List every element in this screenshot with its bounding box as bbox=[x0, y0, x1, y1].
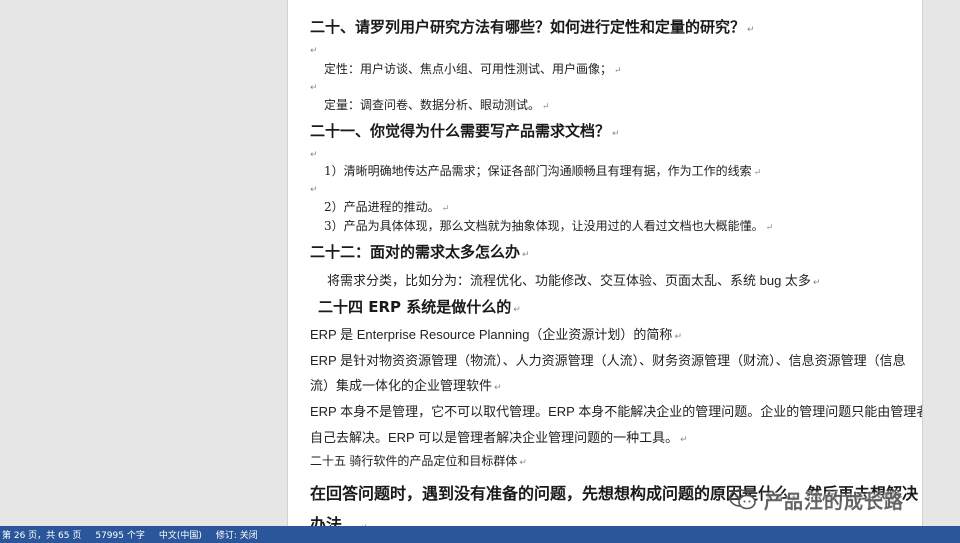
document-page[interactable]: 二十、请罗列用户研究方法有哪些？如何进行定性和定量的研究？ ↵ ↵ 定性：用户访谈… bbox=[287, 0, 923, 526]
closing-line-2: 办法。↵ bbox=[310, 515, 368, 526]
q21-point-3: 3）产品为具体体现，那么文档就为抽象体现，让没用过的人看过文档也大概能懂。 ↵ bbox=[324, 219, 774, 233]
q22-answer: 将需求分类，比如分为：流程优化、功能修改、交互体验、页面太乱、系统 bug 太多… bbox=[327, 273, 821, 288]
q21-point-1: 1）清晰明确地传达产品需求；保证各部门沟通顺畅且有理有据，作为工作的线索 ↵ bbox=[324, 164, 762, 178]
q24-paragraph-3-line-2: 自己去解决。ERP 可以是管理者解决企业管理问题的一种工具。 ↵ bbox=[310, 430, 688, 445]
language-indicator[interactable]: 中文(中国) bbox=[159, 528, 202, 541]
heading-q22: 二十二：面对的需求太多怎么办 ↵ bbox=[310, 243, 530, 261]
empty-paragraph-mark: ↵ bbox=[310, 46, 318, 56]
q24-paragraph-2-line-2: 流）集成一体化的企业管理软件 ↵ bbox=[310, 378, 502, 393]
q21-point-2: 2）产品进程的推动。 ↵ bbox=[324, 200, 450, 214]
q24-paragraph-1: ERP 是 Enterprise Resource Planning（企业资源计… bbox=[310, 327, 682, 342]
watermark: 产品汪的成长路 bbox=[728, 482, 904, 518]
empty-paragraph-mark: ↵ bbox=[310, 83, 318, 93]
page-count[interactable]: 第 26 页，共 65 页 bbox=[2, 528, 81, 541]
heading-q20: 二十、请罗列用户研究方法有哪些？如何进行定性和定量的研究？ ↵ bbox=[310, 18, 755, 36]
empty-paragraph-mark: ↵ bbox=[310, 150, 318, 160]
heading-q24: 二十四 ERP 系统是做什么的 ↵ bbox=[318, 298, 521, 316]
q24-paragraph-3-line-1: ERP 本身不是管理，它不可以取代管理。ERP 本身不能解决企业的管理问题。企业… bbox=[310, 404, 923, 419]
heading-q21: 二十一、你觉得为什么需要写产品需求文档？ ↵ bbox=[310, 122, 620, 140]
wechat-official-account-icon bbox=[729, 489, 756, 510]
q20-quantitative: 定量：调查问卷、数据分析、眼动测试。 ↵ bbox=[324, 98, 550, 112]
q24-paragraph-2-line-1: ERP 是针对物资资源管理（物流）、人力资源管理（人流）、财务资源管理（财流）、… bbox=[310, 353, 906, 368]
status-bar: 第 26 页，共 65 页 57995 个字 中文(中国) 修订: 关闭 bbox=[0, 526, 960, 543]
heading-q25: 二十五 骑行软件的产品定位和目标群体 ↵ bbox=[310, 454, 527, 468]
document-workspace: 二十、请罗列用户研究方法有哪些？如何进行定性和定量的研究？ ↵ ↵ 定性：用户访谈… bbox=[0, 0, 960, 526]
word-count[interactable]: 57995 个字 bbox=[95, 528, 145, 541]
watermark-text: 产品汪的成长路 bbox=[764, 490, 905, 513]
empty-paragraph-mark: ↵ bbox=[310, 185, 318, 195]
track-changes-indicator[interactable]: 修订: 关闭 bbox=[216, 528, 258, 541]
q20-qualitative: 定性：用户访谈、焦点小组、可用性测试、用户画像； ↵ bbox=[324, 62, 622, 76]
